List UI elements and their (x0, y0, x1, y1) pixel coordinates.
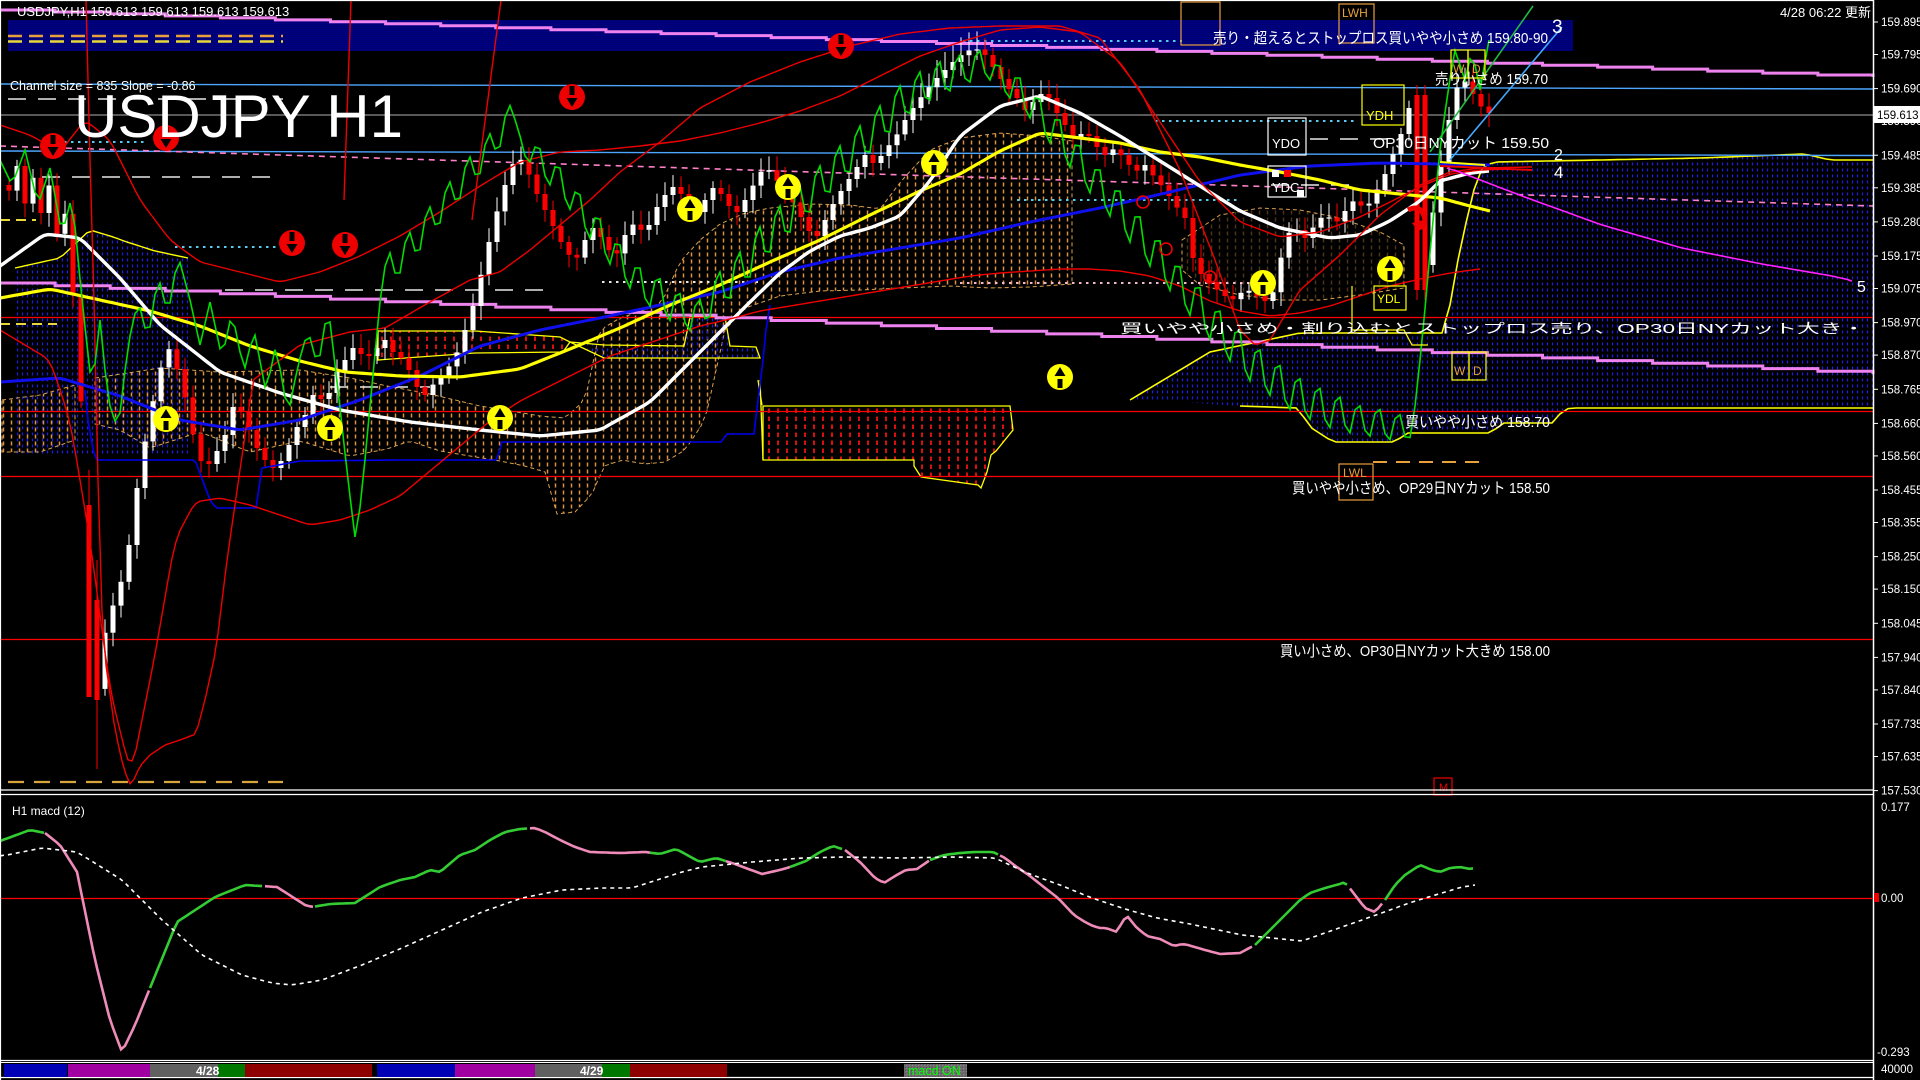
svg-text:4/28 06:22 更新: 4/28 06:22 更新 (1780, 5, 1871, 20)
svg-text:4/29: 4/29 (580, 1064, 604, 1078)
svg-text:0.177: 0.177 (1881, 802, 1910, 814)
svg-text:macd ON: macd ON (908, 1064, 961, 1078)
svg-text:159.613: 159.613 (1877, 110, 1919, 122)
svg-text:158.355: 158.355 (1881, 518, 1920, 530)
svg-text:D: D (1473, 364, 1482, 378)
svg-text:4/28: 4/28 (196, 1064, 220, 1078)
svg-text:買い小さめ、OP30日NYカット大きめ 158.00: 買い小さめ、OP30日NYカット大きめ 158.00 (1280, 643, 1550, 660)
svg-text:159.075: 159.075 (1881, 284, 1920, 296)
svg-text:159.385: 159.385 (1881, 183, 1920, 195)
svg-text:40000: 40000 (1881, 1064, 1913, 1076)
svg-text:5: 5 (1857, 279, 1866, 296)
svg-text:W: W (1454, 364, 1466, 378)
svg-text:買いやや小さめ・割り込むとストップロス売り、OP30日NYカ: 買いやや小さめ・割り込むとストップロス売り、OP30日NYカット大き・ (1120, 321, 1865, 336)
svg-text:YDO: YDO (1272, 136, 1300, 151)
svg-text:158.455: 158.455 (1881, 485, 1920, 497)
svg-text:YDC: YDC (1272, 180, 1299, 195)
svg-text:USDJPY H1: USDJPY H1 (74, 83, 403, 150)
svg-text:0.00: 0.00 (1881, 893, 1903, 905)
svg-text:Channel size = 835 Slope = -0.: Channel size = 835 Slope = -0.86 (10, 79, 196, 93)
svg-text:159.895: 159.895 (1881, 17, 1920, 29)
svg-text:3: 3 (1552, 17, 1563, 38)
svg-text:M: M (1439, 782, 1448, 794)
svg-text:158.870: 158.870 (1881, 350, 1920, 362)
svg-text:157.635: 157.635 (1881, 752, 1920, 764)
svg-text:157.735: 157.735 (1881, 719, 1920, 731)
svg-text:159.280: 159.280 (1881, 217, 1920, 229)
svg-text:-0.293: -0.293 (1877, 1047, 1910, 1059)
svg-text:157.840: 157.840 (1881, 685, 1920, 697)
svg-text:買いやや小さめ、OP29日NYカット 158.50: 買いやや小さめ、OP29日NYカット 158.50 (1292, 480, 1550, 497)
svg-text:158.250: 158.250 (1881, 552, 1920, 564)
svg-text:158.660: 158.660 (1881, 418, 1920, 430)
svg-text:売り・超えるとストップロス買いやや小さめ 159.80-90: 売り・超えるとストップロス買いやや小さめ 159.80-90 (1213, 30, 1548, 47)
svg-text:買いやや小さめ 158.70: 買いやや小さめ 158.70 (1405, 414, 1550, 431)
svg-text:LWL: LWL (1343, 466, 1367, 480)
svg-text:157.530: 157.530 (1881, 786, 1920, 798)
svg-text:158.560: 158.560 (1881, 451, 1920, 463)
svg-text:159.175: 159.175 (1881, 251, 1920, 263)
svg-text:159.690: 159.690 (1881, 84, 1920, 96)
svg-text:158.150: 158.150 (1881, 584, 1920, 596)
svg-text:159.485: 159.485 (1881, 150, 1920, 162)
svg-text:LWH: LWH (1342, 6, 1368, 20)
svg-text:159.795: 159.795 (1881, 50, 1920, 62)
svg-text:157.940: 157.940 (1881, 652, 1920, 664)
svg-text:YDL: YDL (1377, 292, 1401, 306)
svg-text:H1 macd (12): H1 macd (12) (12, 804, 85, 818)
svg-text:OP30日NYカット 159.50: OP30日NYカット 159.50 (1373, 135, 1549, 152)
svg-text:4: 4 (1554, 163, 1563, 182)
svg-text:売り小さめ 159.70: 売り小さめ 159.70 (1435, 71, 1548, 88)
svg-text:158.765: 158.765 (1881, 384, 1920, 396)
svg-text:YDH: YDH (1366, 108, 1393, 123)
svg-text:2: 2 (1554, 147, 1563, 164)
svg-text:158.045: 158.045 (1881, 618, 1920, 630)
svg-text:158.970: 158.970 (1881, 318, 1920, 330)
svg-text:USDJPY,H1 159.613 159.613 159: USDJPY,H1 159.613 159.613 159.613 159.61… (17, 4, 289, 19)
